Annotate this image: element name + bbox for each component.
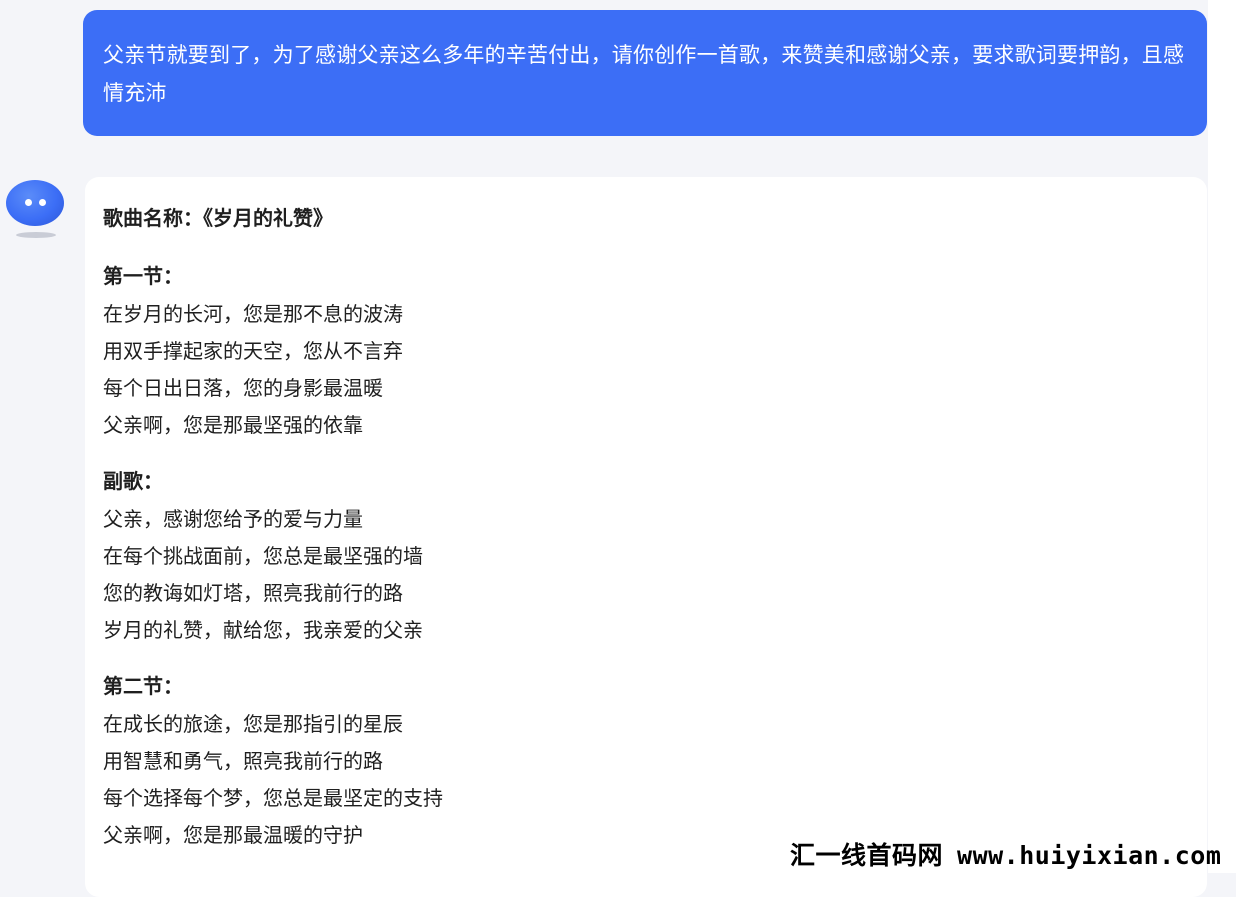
user-message-text: 父亲节就要到了，为了感谢父亲这么多年的辛苦付出，请你创作一首歌，来赞美和感谢父亲… [103,43,1185,105]
bot-message-card: 歌曲名称：《岁月的礼赞》 第一节： 在岁月的长河，您是那不息的波涛 用双手撑起家… [85,177,1207,897]
lyric-line: 在岁月的长河，您是那不息的波涛 [103,302,403,326]
lyric-line: 岁月的礼赞，献给您，我亲爱的父亲 [103,618,423,642]
lyric-line: 父亲啊，您是那最坚强的依靠 [103,413,363,437]
bot-avatar-icon [6,180,64,226]
avatar-shadow [16,232,56,238]
watermark: 汇一线首码网 www.huiyixian.com [790,838,1221,874]
lyric-line: 用双手撑起家的天空，您从不言弃 [103,339,403,363]
watermark-url: www.huiyixian.com [957,841,1222,870]
lyric-line: 您的教诲如灯塔，照亮我前行的路 [103,581,403,605]
lyric-line: 在每个挑战面前，您总是最坚强的墙 [103,544,423,568]
user-message-bubble: 父亲节就要到了，为了感谢父亲这么多年的辛苦付出，请你创作一首歌，来赞美和感谢父亲… [83,10,1207,136]
section-heading: 副歌： [103,469,163,493]
lyric-line: 在成长的旅途，您是那指引的星辰 [103,712,403,736]
song-title: 歌曲名称：《岁月的礼赞》 [103,206,333,230]
lyric-line: 每个日出日落，您的身影最温暖 [103,376,383,400]
section-heading: 第一节： [103,264,183,288]
lyric-section-verse-2: 第二节： 在成长的旅途，您是那指引的星辰 用智慧和勇气，照亮我前行的路 每个选择… [103,671,1189,854]
lyric-section-chorus: 副歌： 父亲，感谢您给予的爱与力量 在每个挑战面前，您总是最坚强的墙 您的教诲如… [103,466,1189,649]
avatar-left-eye [25,199,32,206]
lyric-line: 每个选择每个梦，您总是最坚定的支持 [103,786,443,810]
watermark-brand: 汇一线首码网 [790,841,944,870]
bot-avatar [4,180,68,242]
avatar-right-eye [39,199,46,206]
right-edge-panel [1208,0,1236,873]
lyric-section-verse-1: 第一节： 在岁月的长河，您是那不息的波涛 用双手撑起家的天空，您从不言弃 每个日… [103,261,1189,444]
lyric-line: 用智慧和勇气，照亮我前行的路 [103,749,383,773]
lyric-line: 父亲，感谢您给予的爱与力量 [103,507,363,531]
section-heading: 第二节： [103,674,183,698]
